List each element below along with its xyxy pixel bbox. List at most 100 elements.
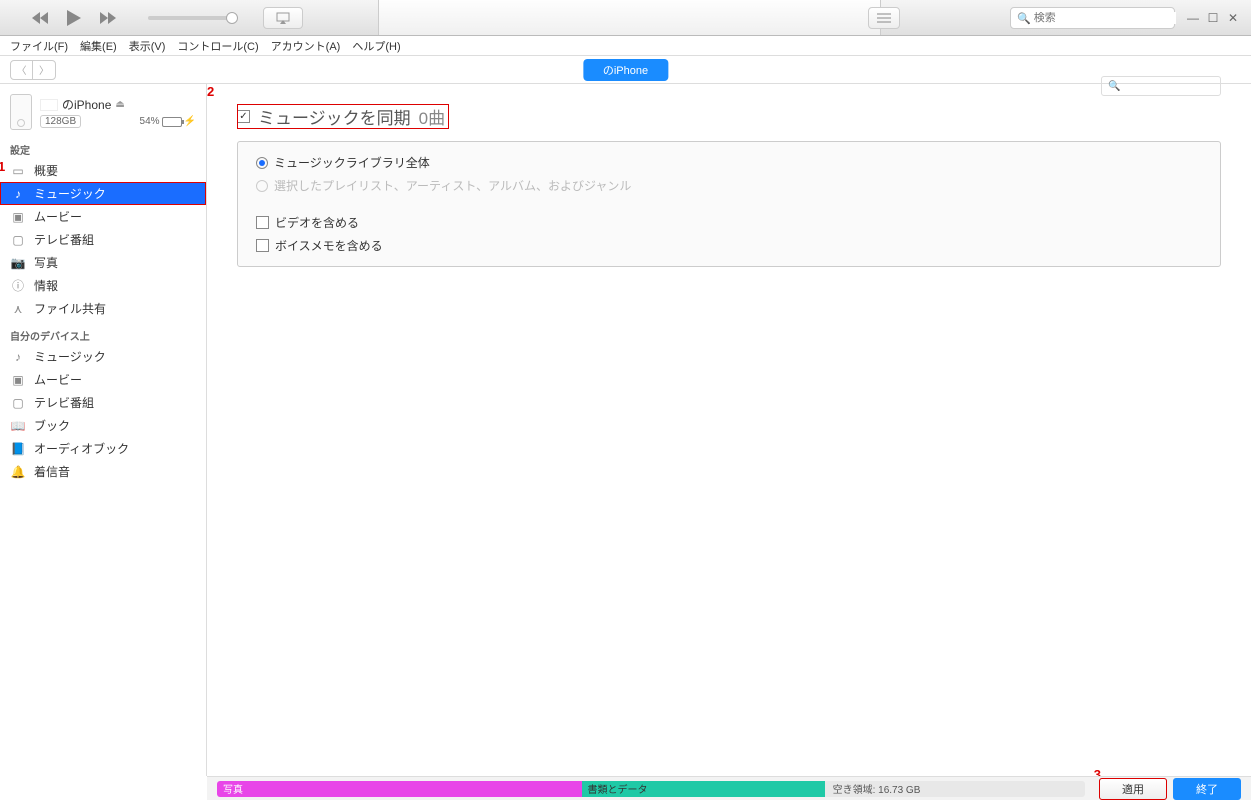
movie-icon: ▣: [10, 372, 26, 388]
back-button[interactable]: 〈: [11, 61, 33, 79]
search-box[interactable]: 🔍: [1010, 7, 1175, 29]
content-pane: 2 ミュージックを同期 0曲 🔍 ミュージックライブラリ全体 選択したプレイリス…: [207, 84, 1251, 776]
sync-music-header: ミュージックを同期 0曲: [237, 104, 449, 129]
sidebar-item-movies[interactable]: ▣ ムービー: [0, 205, 206, 228]
checkbox-icon: [256, 239, 269, 252]
eject-icon[interactable]: ⏏: [115, 99, 124, 110]
sidebar-item-music[interactable]: ♪ミュージック: [0, 182, 206, 205]
volume-slider[interactable]: [148, 16, 238, 20]
done-button[interactable]: 終了: [1173, 778, 1241, 800]
menu-view[interactable]: 表示(V): [124, 37, 171, 55]
menu-help[interactable]: ヘルプ(H): [347, 37, 405, 55]
search-input[interactable]: [1034, 12, 1176, 24]
sidebar-item-label: ブック: [34, 417, 70, 434]
phone-icon: [10, 94, 32, 130]
minimize-button[interactable]: —: [1185, 10, 1201, 26]
search-icon: 🔍: [1108, 81, 1120, 92]
option-include-video[interactable]: ビデオを含める: [256, 214, 1202, 231]
sidebar-item-tv[interactable]: ▢ テレビ番組: [0, 228, 206, 251]
option-label: 選択したプレイリスト、アーティスト、アルバム、およびジャンル: [274, 177, 631, 194]
charging-icon: ⚡: [184, 116, 196, 127]
battery-icon: [162, 117, 182, 127]
annotation-1: 1: [0, 159, 5, 174]
book-icon: 📖: [10, 418, 26, 434]
sync-options: ミュージックライブラリ全体 選択したプレイリスト、アーティスト、アルバム、および…: [237, 141, 1221, 267]
menu-controls[interactable]: コントロール(C): [172, 37, 263, 55]
device-name: のiPhone: [62, 96, 111, 113]
photo-icon: 📷: [10, 255, 26, 271]
option-entire-library[interactable]: ミュージックライブラリ全体: [256, 154, 1202, 171]
list-view-button[interactable]: [868, 7, 900, 29]
sidebar-item-label: 着信音: [34, 463, 70, 480]
sidebar-item-label: 情報: [34, 277, 58, 294]
sidebar-ondevice-ringtones[interactable]: 🔔 着信音: [0, 460, 206, 483]
device-tab[interactable]: のiPhone: [583, 59, 668, 81]
window-controls: — ☐ ✕: [1185, 10, 1241, 26]
share-icon: ⋏: [10, 301, 26, 317]
option-label: ミュージックライブラリ全体: [274, 154, 430, 171]
sidebar-ondevice-audiobooks[interactable]: 📘 オーディオブック: [0, 437, 206, 460]
maximize-button[interactable]: ☐: [1205, 10, 1221, 26]
movie-icon: ▣: [10, 209, 26, 225]
menu-bar: ファイル(F) 編集(E) 表示(V) コントロール(C) アカウント(A) ヘ…: [0, 36, 1251, 56]
storage-segment-free: 空き領域: 16.73 GB: [825, 781, 1085, 797]
play-button[interactable]: [64, 8, 84, 28]
menu-edit[interactable]: 編集(E): [75, 37, 122, 55]
battery-percent: 54%: [140, 116, 160, 127]
capacity-badge: 128GB: [40, 115, 81, 128]
sidebar-ondevice-movies[interactable]: ▣ ムービー: [0, 368, 206, 391]
storage-bar: 写真 書類とデータ 空き領域: 16.73 GB: [217, 781, 1085, 797]
sidebar-item-label: ファイル共有: [34, 300, 106, 317]
filter-box[interactable]: 🔍: [1101, 76, 1221, 96]
sidebar-item-summary[interactable]: ▭概要: [0, 159, 206, 182]
sidebar-ondevice-books[interactable]: 📖 ブック: [0, 414, 206, 437]
radio-icon: [256, 157, 268, 169]
search-icon: 🔍: [1017, 12, 1031, 25]
radio-icon: [256, 180, 268, 192]
next-button[interactable]: [98, 8, 118, 28]
sidebar-ondevice-tv[interactable]: ▢テレビ番組: [0, 391, 206, 414]
ringtone-icon: 🔔: [10, 464, 26, 480]
option-include-voicememo[interactable]: ボイスメモを含める: [256, 237, 1202, 254]
airplay-button[interactable]: [263, 7, 303, 29]
menu-file[interactable]: ファイル(F): [5, 37, 73, 55]
device-header: のiPhone ⏏ 128GB 54% ⚡: [0, 90, 206, 134]
lcd-display: [378, 0, 881, 35]
audiobook-icon: 📘: [10, 441, 26, 457]
settings-header: 設定: [0, 134, 206, 159]
nav-arrows: 〈 〉: [10, 60, 56, 80]
sidebar-item-label: 概要: [34, 162, 58, 179]
sidebar-item-photos[interactable]: 📷 写真: [0, 251, 206, 274]
sidebar-item-label: 写真: [34, 254, 58, 271]
sidebar-item-label: ミュージック: [34, 348, 106, 365]
sidebar-item-fileshare[interactable]: ⋏ ファイル共有: [0, 297, 206, 320]
sidebar-item-label: オーディオブック: [34, 440, 129, 457]
sync-title: ミュージックを同期: [258, 104, 411, 129]
info-icon: ⓘ: [10, 278, 26, 294]
sync-music-checkbox[interactable]: [237, 110, 250, 123]
option-selected-playlists[interactable]: 選択したプレイリスト、アーティスト、アルバム、およびジャンル: [256, 177, 1202, 194]
forward-button[interactable]: 〉: [33, 61, 55, 79]
music-icon: ♪: [10, 349, 26, 365]
checkbox-icon: [256, 216, 269, 229]
close-button[interactable]: ✕: [1225, 10, 1241, 26]
sidebar-item-label: ムービー: [34, 208, 82, 225]
option-label: ボイスメモを含める: [275, 237, 383, 254]
storage-segment-photos: 写真: [217, 781, 582, 797]
top-toolbar: 🔍 — ☐ ✕: [0, 0, 1251, 36]
sidebar-item-label: テレビ番組: [34, 231, 94, 248]
apply-button[interactable]: 適用: [1099, 778, 1167, 800]
sidebar-item-info[interactable]: ⓘ 情報: [0, 274, 206, 297]
obscured-name: [40, 99, 58, 111]
sidebar: のiPhone ⏏ 128GB 54% ⚡ 設定 1 ▭概要 ♪ ミュージック ▣…: [0, 84, 207, 776]
sidebar-item-label: ムービー: [34, 371, 82, 388]
nav-row: 〈 〉 のiPhone: [0, 56, 1251, 84]
sidebar-item-label: テレビ番組: [34, 394, 94, 411]
previous-button[interactable]: [30, 8, 50, 28]
menu-account[interactable]: アカウント(A): [266, 37, 346, 55]
music-icon: ♪: [10, 186, 26, 202]
sidebar-ondevice-music[interactable]: ♪ ミュージック: [0, 345, 206, 368]
tv-icon: ▢: [10, 232, 26, 248]
playback-controls: [0, 8, 118, 28]
storage-segment-docs: 書類とデータ: [582, 781, 825, 797]
